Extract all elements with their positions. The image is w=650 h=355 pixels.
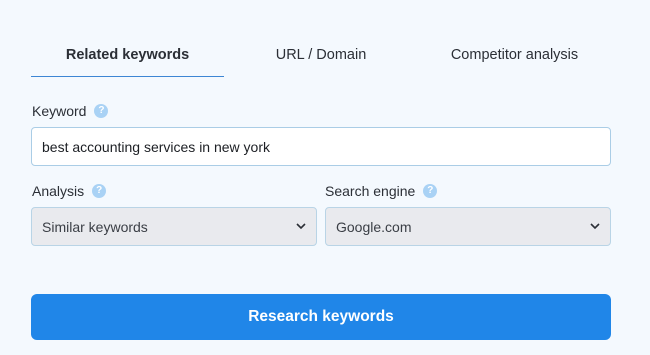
search-engine-label: Search engine (325, 183, 416, 199)
tab-competitor-analysis[interactable]: Competitor analysis (418, 36, 611, 77)
keyword-input[interactable] (31, 127, 611, 166)
keyword-label: Keyword (32, 103, 87, 119)
chevron-down-icon (296, 221, 306, 233)
search-engine-select[interactable]: Google.com (325, 207, 611, 246)
tab-bar: Related keywords URL / Domain Competitor… (31, 36, 611, 77)
search-engine-selected-value: Google.com (336, 218, 412, 235)
analysis-label: Analysis (32, 183, 85, 199)
analysis-help-icon[interactable]: ? (92, 184, 107, 198)
tab-related-keywords[interactable]: Related keywords (31, 36, 224, 77)
search-engine-help-icon[interactable]: ? (423, 184, 438, 198)
research-keywords-button[interactable]: Research keywords (31, 294, 611, 340)
analysis-selected-value: Similar keywords (42, 218, 148, 235)
keyword-help-icon[interactable]: ? (94, 104, 109, 118)
analysis-select[interactable]: Similar keywords (31, 207, 317, 246)
chevron-down-icon (590, 221, 600, 233)
keyword-label-row: Keyword ? (32, 103, 109, 119)
tab-url-domain[interactable]: URL / Domain (224, 36, 418, 77)
analysis-label-row: Analysis ? (32, 183, 107, 199)
search-engine-label-row: Search engine ? (325, 183, 438, 199)
